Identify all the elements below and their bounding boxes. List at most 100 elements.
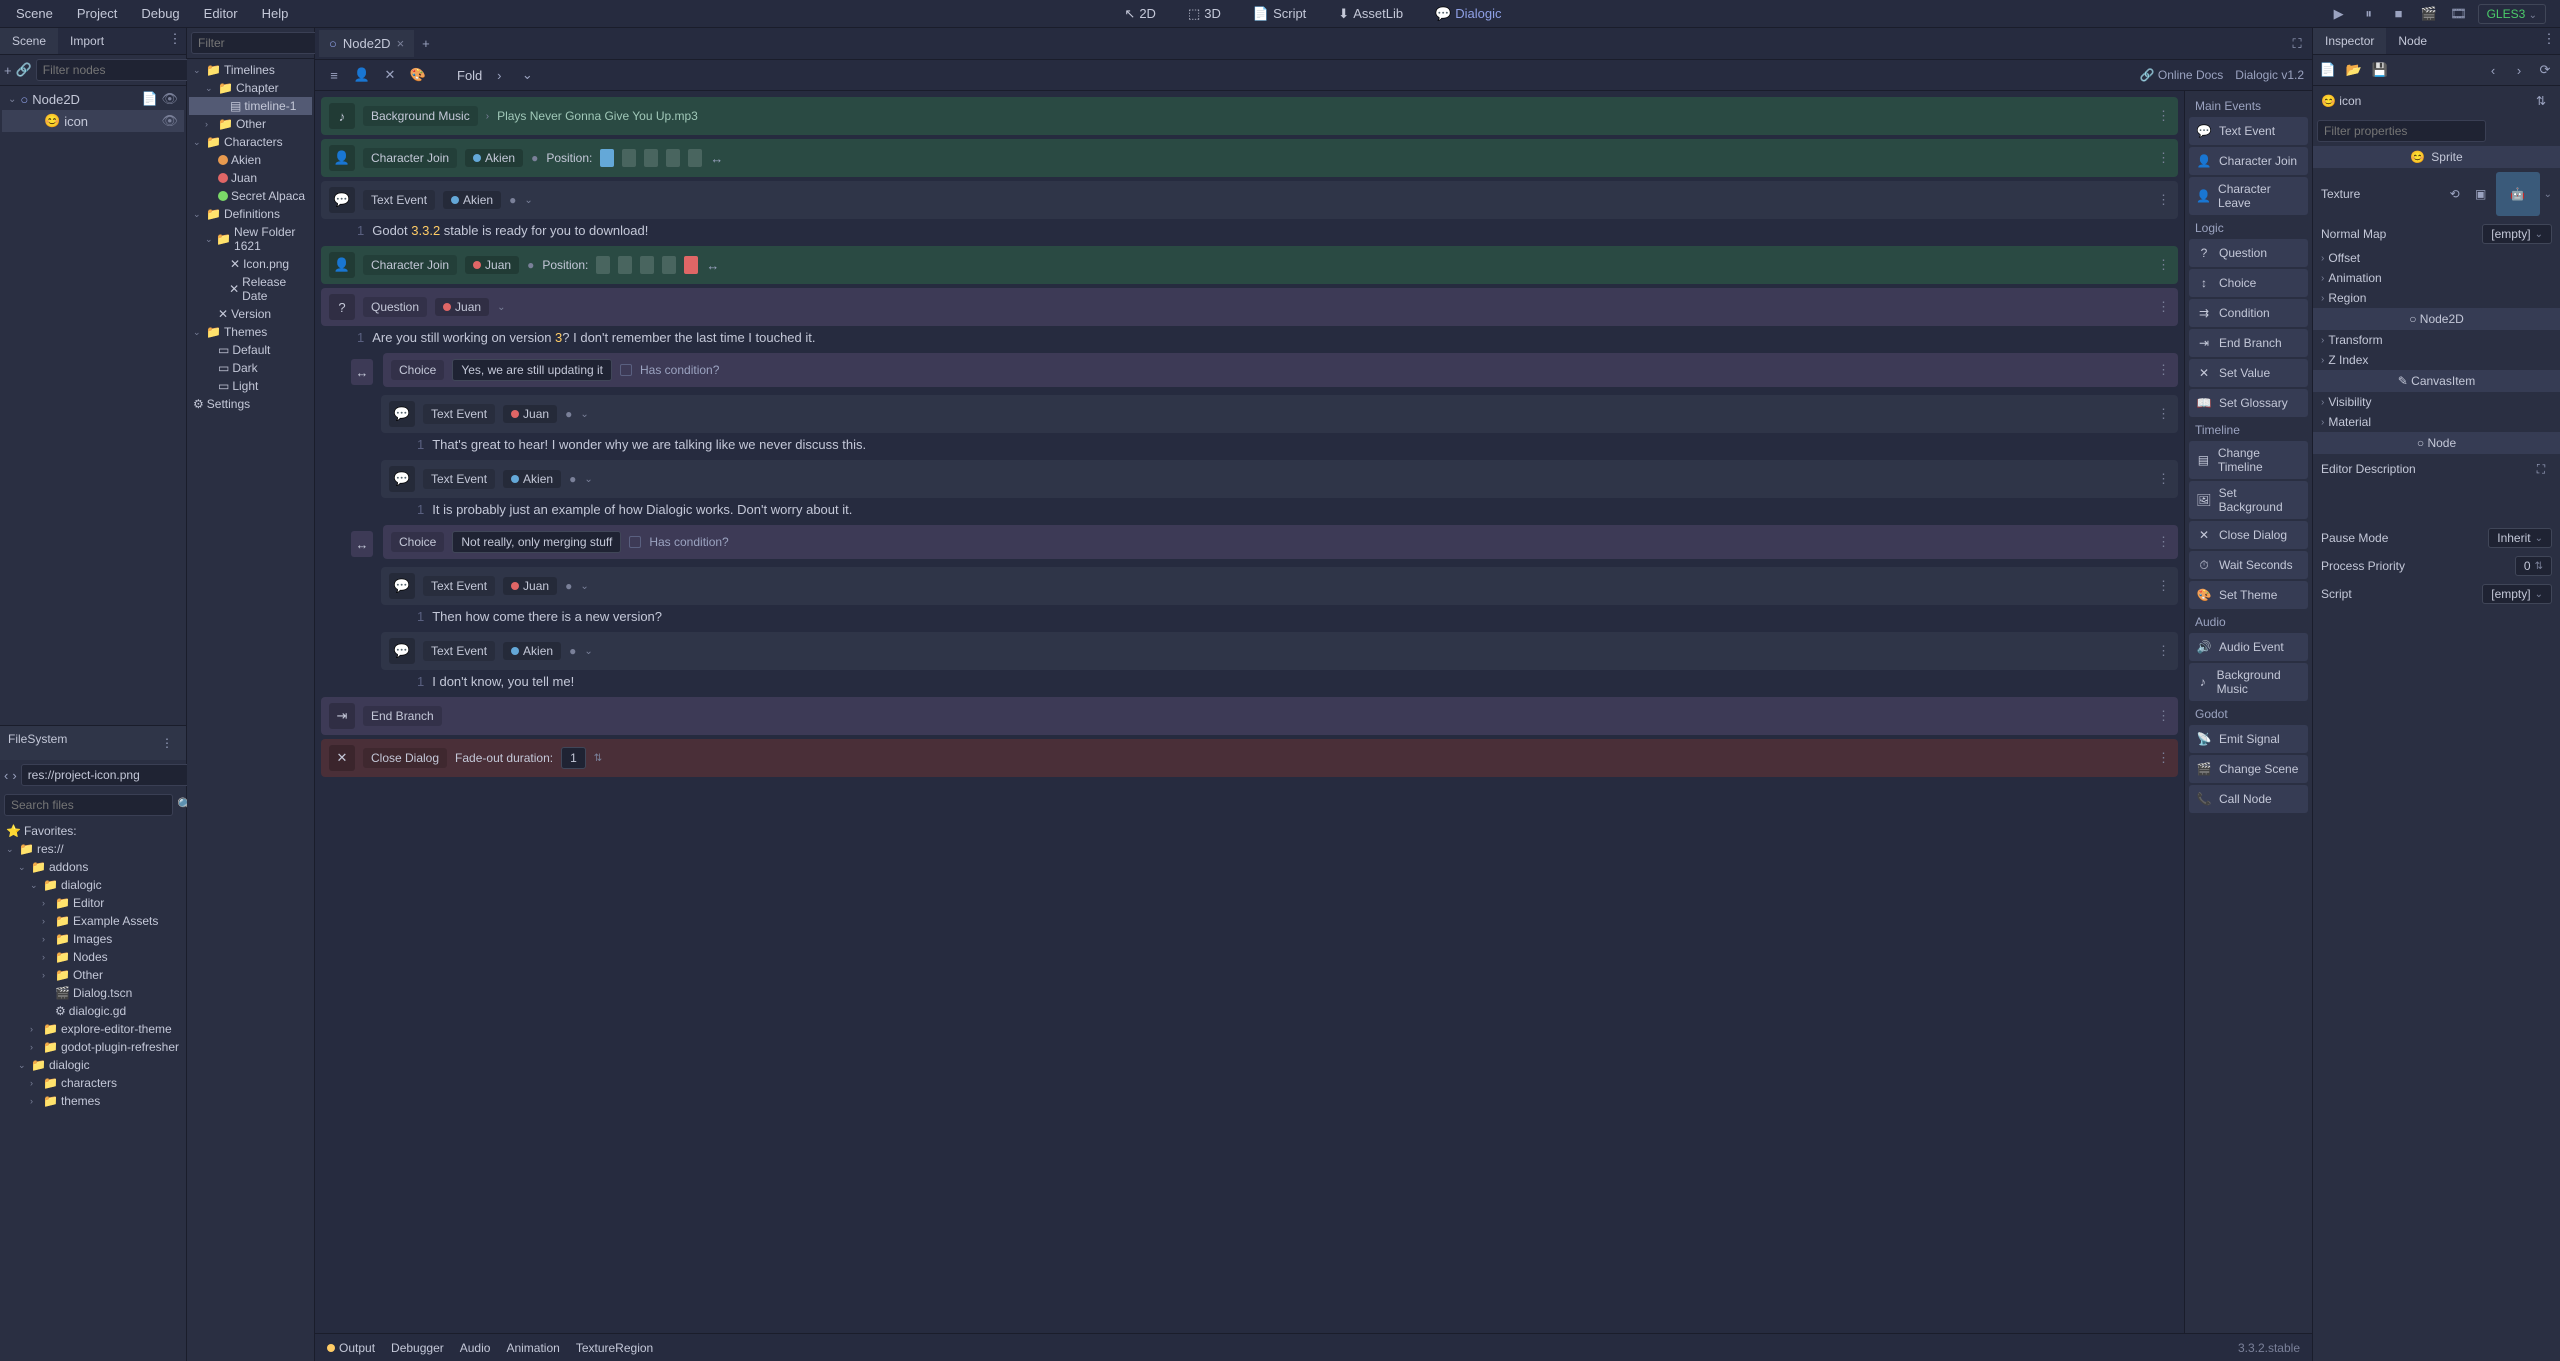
event-close-dialog[interactable]: ✕ Close Dialog Fade-out duration: 1 ⇅ ⋮ bbox=[321, 739, 2178, 777]
expand-icon[interactable]: › bbox=[486, 111, 489, 122]
event-question[interactable]: ? Question Juan ⌄ ⋮ bbox=[321, 288, 2178, 326]
add-node-icon[interactable]: + bbox=[4, 59, 12, 81]
expand-icon[interactable]: ⌄ bbox=[580, 409, 588, 420]
node-section-header[interactable]: ○ Node bbox=[2313, 432, 2560, 454]
bottom-output[interactable]: Output bbox=[327, 1341, 375, 1355]
fs-item-godot-plugin-refresher[interactable]: ›📁godot-plugin-refresher bbox=[2, 1038, 184, 1056]
event-bg-music[interactable]: ♪ Background Music › Plays Never Gonna G… bbox=[321, 97, 2178, 135]
event-choice[interactable]: Choice Not really, only merging stuff Ha… bbox=[383, 525, 2178, 559]
event-menu-icon[interactable]: ⋮ bbox=[2157, 299, 2170, 315]
tool-align-icon[interactable]: ≡ bbox=[323, 64, 345, 86]
event-text[interactable]: 💬 Text Event Akien ● ⌄ ⋮ bbox=[321, 181, 2178, 219]
fs-favorites[interactable]: ⭐ Favorites: bbox=[2, 822, 184, 840]
tab-scene[interactable]: Scene bbox=[0, 28, 58, 54]
text-content[interactable]: 1I don't know, you tell me! bbox=[381, 670, 2178, 693]
history-icon[interactable]: ⟳ bbox=[2534, 59, 2556, 81]
character-chip[interactable]: Akien bbox=[443, 191, 501, 209]
bottom-textureregion[interactable]: TextureRegion bbox=[576, 1341, 653, 1355]
spinner-icon[interactable]: ⇅ bbox=[594, 753, 602, 764]
palette-item-close-dialog[interactable]: ✕Close Dialog bbox=[2189, 521, 2308, 549]
palette-item-set-glossary[interactable]: 📖Set Glossary bbox=[2189, 389, 2308, 417]
mode-script[interactable]: 📄 Script bbox=[1245, 2, 1314, 26]
fs-item-addons[interactable]: ⌄📁addons bbox=[2, 858, 184, 876]
palette-item-wait-seconds[interactable]: ⏱Wait Seconds bbox=[2189, 551, 2308, 579]
expand-icon[interactable]: ⌄ bbox=[524, 195, 532, 206]
condition-checkbox[interactable] bbox=[629, 536, 641, 548]
palette-item-change-timeline[interactable]: ▤Change Timeline bbox=[2189, 441, 2308, 479]
group-zindex[interactable]: ›Z Index bbox=[2313, 350, 2560, 370]
condition-checkbox[interactable] bbox=[620, 364, 632, 376]
mode-2d[interactable]: ↖ 2D bbox=[1116, 2, 1164, 26]
resource-item-icon.png[interactable]: ✕Icon.png bbox=[189, 255, 312, 273]
fade-duration-input[interactable]: 1 bbox=[561, 747, 586, 769]
text-content[interactable]: 1That's great to hear! I wonder why we a… bbox=[381, 433, 2178, 456]
event-menu-icon[interactable]: ⋮ bbox=[2157, 257, 2170, 273]
play-custom-icon[interactable]: 🎞 bbox=[2448, 3, 2470, 25]
revert-icon[interactable]: ⟲ bbox=[2444, 183, 2466, 205]
event-choice[interactable]: Choice Yes, we are still updating it Has… bbox=[383, 353, 2178, 387]
question-content[interactable]: 1Are you still working on version 3? I d… bbox=[321, 326, 2178, 349]
resource-item-themes[interactable]: ⌄📁Themes bbox=[189, 323, 312, 341]
sprite-section-header[interactable]: 😊 Sprite bbox=[2313, 146, 2560, 168]
text-content[interactable]: 1Then how come there is a new version? bbox=[381, 605, 2178, 628]
scene-node-icon[interactable]: 😊 icon 👁 bbox=[2, 110, 184, 132]
fold-left-icon[interactable]: › bbox=[488, 64, 510, 86]
close-tab-icon[interactable]: × bbox=[397, 36, 405, 51]
character-chip[interactable]: Juan bbox=[503, 577, 557, 595]
choice-text-input[interactable]: Not really, only merging stuff bbox=[452, 531, 621, 553]
group-material[interactable]: ›Material bbox=[2313, 412, 2560, 432]
fs-item-images[interactable]: ›📁Images bbox=[2, 930, 184, 948]
process-priority-input[interactable]: 0 ⇅ bbox=[2515, 556, 2552, 576]
menu-help[interactable]: Help bbox=[252, 2, 299, 25]
expand-toggle-icon[interactable]: ⇅ bbox=[2530, 90, 2552, 112]
expand-icon[interactable]: ⌄ bbox=[580, 581, 588, 592]
character-chip[interactable]: Juan bbox=[435, 298, 489, 316]
position-slot-3[interactable] bbox=[662, 256, 676, 274]
fs-item-explore-editor-theme[interactable]: ›📁explore-editor-theme bbox=[2, 1020, 184, 1038]
event-char-join[interactable]: 👤 Character Join Juan ● Position: ↔ ⋮ bbox=[321, 246, 2178, 284]
mode-assetlib[interactable]: ⬇ AssetLib bbox=[1330, 2, 1411, 26]
position-slot-0[interactable] bbox=[600, 149, 614, 167]
resource-item-other[interactable]: ›📁Other bbox=[189, 115, 312, 133]
resource-item-version[interactable]: ✕Version bbox=[189, 305, 312, 323]
resource-item-release-date[interactable]: ✕Release Date bbox=[189, 273, 312, 305]
tool-theme-icon[interactable]: 🎨 bbox=[407, 64, 429, 86]
event-menu-icon[interactable]: ⋮ bbox=[2157, 643, 2170, 659]
resource-item-definitions[interactable]: ⌄📁Definitions bbox=[189, 205, 312, 223]
distraction-free-icon[interactable]: ⛶ bbox=[2286, 33, 2308, 55]
character-chip[interactable]: Akien bbox=[503, 470, 561, 488]
tab-inspector[interactable]: Inspector bbox=[2313, 28, 2386, 54]
bottom-audio[interactable]: Audio bbox=[460, 1341, 491, 1355]
normal-map-dropdown[interactable]: [empty] ⌄ bbox=[2482, 224, 2552, 244]
event-text[interactable]: 💬 Text Event Juan ● ⌄ ⋮ bbox=[381, 395, 2178, 433]
fs-item-dialogic[interactable]: ⌄📁dialogic bbox=[2, 1056, 184, 1074]
character-chip[interactable]: Akien bbox=[503, 642, 561, 660]
fs-options-icon[interactable]: ⋮ bbox=[156, 732, 178, 754]
choice-indent-handle[interactable]: ↔ bbox=[351, 531, 373, 557]
new-resource-icon[interactable]: 📄 bbox=[2317, 59, 2339, 81]
link-icon[interactable]: 🔗 bbox=[16, 59, 32, 81]
choice-text-input[interactable]: Yes, we are still updating it bbox=[452, 359, 612, 381]
position-slot-0[interactable] bbox=[596, 256, 610, 274]
history-back-icon[interactable]: ‹ bbox=[2482, 59, 2504, 81]
character-chip[interactable]: Juan bbox=[503, 405, 557, 423]
mirror-icon[interactable]: ↔ bbox=[710, 151, 723, 166]
position-slot-1[interactable] bbox=[622, 149, 636, 167]
resource-item-akien[interactable]: Akien bbox=[189, 151, 312, 169]
online-docs-link[interactable]: 🔗 Online Docs bbox=[2140, 68, 2224, 82]
fs-item-themes[interactable]: ›📁themes bbox=[2, 1092, 184, 1110]
resource-item-timelines[interactable]: ⌄📁Timelines bbox=[189, 61, 312, 79]
position-slot-3[interactable] bbox=[666, 149, 680, 167]
event-menu-icon[interactable]: ⋮ bbox=[2157, 471, 2170, 487]
fs-item-dialogic[interactable]: ⌄📁dialogic bbox=[2, 876, 184, 894]
palette-item-choice[interactable]: ↕Choice bbox=[2189, 269, 2308, 297]
palette-item-change-scene[interactable]: 🎬Change Scene bbox=[2189, 755, 2308, 783]
fold-dropdown-icon[interactable]: ⌄ bbox=[516, 64, 538, 86]
resource-item-chapter[interactable]: ⌄📁Chapter bbox=[189, 79, 312, 97]
expand-icon[interactable]: ⌄ bbox=[584, 474, 592, 485]
character-chip[interactable]: Juan bbox=[465, 256, 519, 274]
resource-item-dark[interactable]: ▭Dark bbox=[189, 359, 312, 377]
expand-icon[interactable]: ⌄ bbox=[497, 302, 505, 313]
resource-item-characters[interactable]: ⌄📁Characters bbox=[189, 133, 312, 151]
canvasitem-section-header[interactable]: ✎ CanvasItem bbox=[2313, 370, 2560, 392]
